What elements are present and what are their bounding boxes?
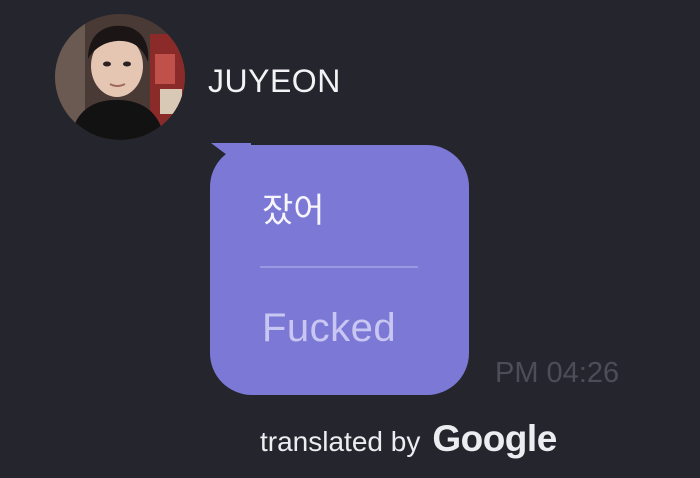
translation-divider: [260, 266, 418, 268]
translation-attribution: translated by Google: [260, 418, 557, 460]
avatar-photo-icon: [55, 14, 185, 140]
message-timestamp: PM 04:26: [495, 357, 620, 389]
sender-name: JUYEON: [208, 63, 341, 99]
translated-message-text: Fucked: [262, 306, 397, 350]
google-logo: Google: [432, 418, 557, 459]
original-message-text: 잤어: [262, 191, 325, 231]
attribution-prefix: translated by: [260, 426, 421, 457]
message-bubble[interactable]: 잤어 Fucked: [210, 145, 469, 395]
chat-screen: JUYEON 잤어 Fucked PM 04:26 translated by …: [0, 0, 700, 478]
sender-avatar[interactable]: [55, 14, 185, 140]
